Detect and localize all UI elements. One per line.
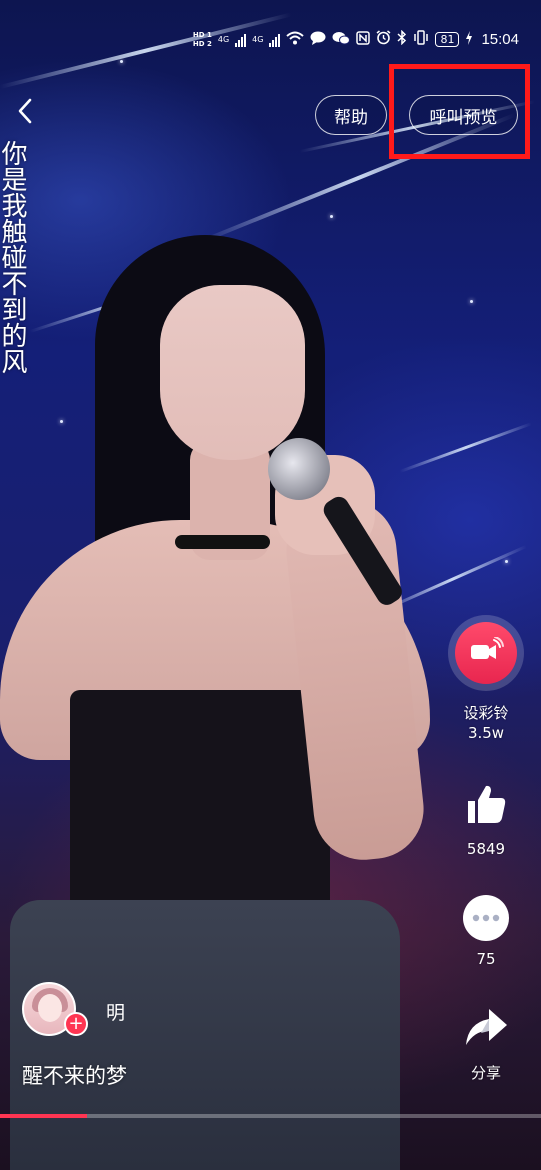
comment-action[interactable]: 75: [440, 895, 532, 969]
chevron-left-icon: [17, 98, 33, 128]
thumbs-up-icon[interactable]: [464, 783, 508, 829]
like-count: 5849: [466, 840, 506, 858]
status-icons: HD 1 HD 2 4G 4G 81 15:04: [193, 29, 519, 49]
video-progress-bar[interactable]: [0, 1114, 541, 1118]
signal-icon: [235, 33, 247, 47]
battery-icon: 81: [435, 32, 460, 47]
highlight-box: [389, 64, 530, 159]
set-ringtone-button[interactable]: [448, 615, 524, 691]
signal-icon: [269, 33, 281, 47]
network-type-2: 4G: [252, 35, 264, 44]
hd2-label: HD 2: [192, 39, 212, 48]
hd1-label: HD 1: [192, 30, 212, 39]
avatar-face: [38, 994, 62, 1022]
back-button[interactable]: [10, 96, 40, 130]
wechat-icon: [332, 31, 351, 49]
bluetooth-icon: [397, 29, 407, 49]
plus-icon: +: [68, 1013, 84, 1034]
lyric-text: 你是我触碰不到的风: [0, 140, 27, 374]
video-progress-fill: [0, 1114, 87, 1118]
clock: 15:04: [481, 31, 519, 48]
sparkle: [330, 215, 333, 218]
wifi-icon: [286, 31, 305, 49]
vibrate-icon: [413, 30, 429, 49]
comment-bubble-icon[interactable]: [463, 895, 509, 941]
share-label: 分享: [470, 1064, 501, 1082]
stage-light-beam: [399, 422, 533, 473]
microphone-head: [268, 438, 330, 500]
network-type-1: 4G: [217, 35, 230, 44]
singer-skirt: [10, 900, 400, 1170]
alarm-icon: [376, 30, 391, 49]
share-arrow-icon[interactable]: [463, 1007, 509, 1051]
nfc-icon: [356, 30, 371, 49]
sparkle: [470, 300, 473, 303]
hd-icon: HD 1 HD 2: [193, 31, 212, 49]
sparkle: [505, 560, 508, 563]
sparkle: [60, 420, 63, 423]
share-action[interactable]: 分享: [440, 1007, 532, 1083]
message-icon: [310, 31, 326, 49]
singer-choker: [175, 535, 270, 549]
like-action[interactable]: 5849: [440, 783, 532, 859]
set-ringtone-count: 3.5w: [467, 724, 505, 742]
charging-icon: [465, 30, 473, 49]
author-name[interactable]: 明: [106, 998, 125, 1025]
set-ringtone-label: 设彩铃: [463, 704, 509, 722]
video-frame[interactable]: [0, 0, 541, 1170]
follow-button[interactable]: +: [64, 1012, 88, 1036]
comment-count: 75: [476, 950, 496, 968]
video-ringtone-icon: [468, 636, 504, 669]
singer-face: [160, 285, 305, 460]
video-title: 醒不来的梦: [22, 1064, 127, 1088]
help-button[interactable]: 帮助: [315, 95, 387, 135]
set-ringtone-action[interactable]: 设彩铃 3.5w: [440, 615, 532, 743]
